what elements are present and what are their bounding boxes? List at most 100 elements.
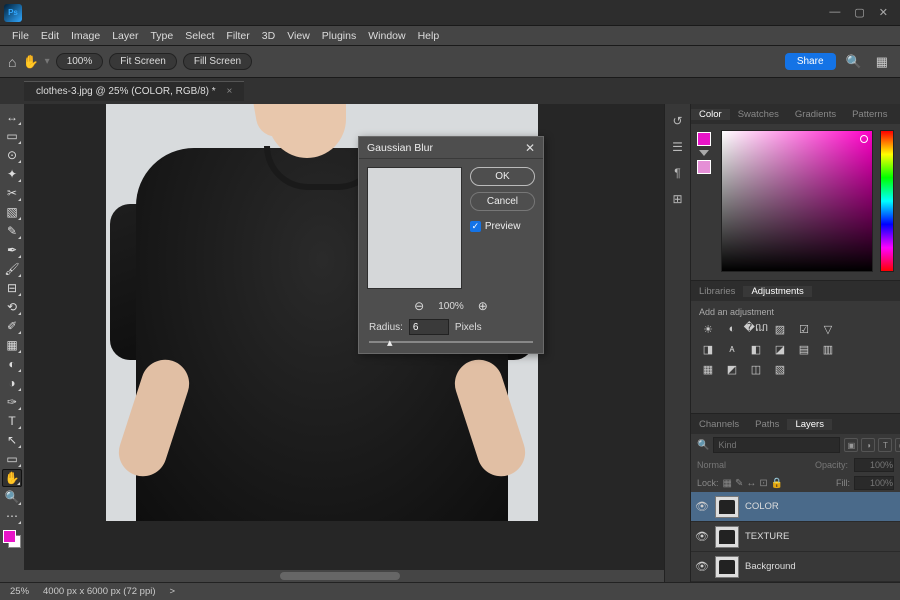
maximize-button[interactable]: ▢ [854,6,864,19]
dodge-tool[interactable]: ◑ [2,374,22,392]
adjustment-icon[interactable]: ᴀ [723,341,741,357]
tab-patterns[interactable]: Patterns [844,109,895,120]
menu-plugins[interactable]: Plugins [316,30,362,42]
lock-icon[interactable]: 🔒 [771,478,783,489]
brush-tool[interactable]: 🖌 [2,260,22,278]
tab-swatches[interactable]: Swatches [730,109,787,120]
slider-knob-icon[interactable]: ▴ [387,336,397,346]
clone-stamp-tool[interactable]: ⊟ [2,279,22,297]
object-select-tool[interactable]: ✦ [2,165,22,183]
menu-3d[interactable]: 3D [256,30,281,42]
spot-heal-tool[interactable]: ✒ [2,241,22,259]
layer-filter-icon[interactable]: T [878,438,892,452]
layer-kind-filter[interactable] [713,437,840,453]
layer-thumbnail[interactable] [715,526,739,548]
crop-tool[interactable]: ✂ [2,184,22,202]
hand-tool-icon[interactable]: ✋ [22,54,38,70]
status-doc-info[interactable]: 4000 px x 6000 px (72 ppi) [43,586,156,597]
history-brush-tool[interactable]: ⟲ [2,298,22,316]
move-tool[interactable]: ↔ [2,108,22,126]
adjustment-icon[interactable]: ▤ [795,341,813,357]
adjustment-icon[interactable]: ☀ [699,321,717,337]
hue-slider[interactable] [880,130,894,272]
lock-icon[interactable]: ⊡ [759,478,767,489]
rectangle-tool[interactable]: ▭ [2,450,22,468]
fill-screen-button[interactable]: Fill Screen [183,53,252,70]
menu-edit[interactable]: Edit [35,30,65,42]
edit-toolbar[interactable]: ⋯ [2,507,22,525]
pen-tool[interactable]: ✑ [2,393,22,411]
adjustment-icon[interactable]: ▥ [819,341,837,357]
document-tab[interactable]: clothes-3.jpg @ 25% (COLOR, RGB/8) * × [24,81,244,101]
dialog-preview[interactable] [367,167,462,289]
zoom-value[interactable]: 100% [56,53,104,70]
gradient-tool[interactable]: ▦ [2,336,22,354]
visibility-icon[interactable]: 👁 [695,500,709,513]
visibility-icon[interactable]: 👁 [695,530,709,543]
foreground-color-swatch[interactable] [697,132,711,146]
search-icon[interactable]: 🔍 [842,54,866,70]
canvas-area[interactable] [24,104,664,582]
horizontal-scrollbar[interactable] [24,570,664,582]
visibility-icon[interactable]: 👁 [695,560,709,573]
lasso-tool[interactable]: ⊙ [2,146,22,164]
marquee-tool[interactable]: ▭ [2,127,22,145]
lock-icon[interactable]: ▦ [723,478,732,489]
lock-icon[interactable]: ✎ [735,478,743,489]
adjustment-icon[interactable]: ◩ [723,361,741,377]
radius-slider[interactable]: ▴ [369,341,533,343]
layer-thumbnail[interactable] [715,556,739,578]
tab-paths[interactable]: Paths [747,419,787,430]
type-tool[interactable]: T [2,412,22,430]
preview-checkbox[interactable]: ✓ Preview [470,221,535,232]
opacity-input[interactable] [854,458,894,472]
layer-row[interactable]: 👁Background [691,552,900,582]
dialog-titlebar[interactable]: Gaussian Blur ✕ [359,137,543,159]
adjustment-icon[interactable]: ▨ [771,321,789,337]
zoom-tool[interactable]: 🔍 [2,488,22,506]
layer-filter-icon[interactable]: ◑ [861,438,875,452]
tab-gradients[interactable]: Gradients [787,109,844,120]
blur-tool[interactable]: ◐ [2,355,22,373]
close-window-button[interactable]: ✕ [879,6,888,19]
menu-window[interactable]: Window [362,30,411,42]
fill-input[interactable] [854,476,894,490]
adjustment-icon[interactable]: ◨ [699,341,717,357]
background-color-swatch[interactable] [697,160,711,174]
radius-input[interactable] [409,319,449,335]
path-select-tool[interactable]: ↖ [2,431,22,449]
lock-icon[interactable]: ↔ [746,478,756,489]
menu-image[interactable]: Image [65,30,106,42]
menu-filter[interactable]: Filter [220,30,255,42]
adjustment-icon[interactable]: ☑ [795,321,813,337]
ok-button[interactable]: OK [470,167,535,186]
adjustment-icon[interactable]: ◐ [723,321,741,337]
color-field[interactable] [721,130,873,272]
menu-layer[interactable]: Layer [106,30,144,42]
menu-select[interactable]: Select [179,30,220,42]
adjustment-icon[interactable]: �ណ [747,321,765,337]
hand-tool[interactable]: ✋ [2,469,22,487]
cancel-button[interactable]: Cancel [470,192,535,211]
status-arrow-icon[interactable]: > [170,586,176,597]
tab-adjustments[interactable]: Adjustments [743,286,811,297]
tab-layers[interactable]: Layers [787,419,832,430]
layer-filter-icon[interactable]: ▭ [895,438,900,452]
zoom-in-button[interactable]: ⊕ [478,299,488,313]
layer-row[interactable]: 👁COLOR [691,492,900,522]
tab-color[interactable]: Color [691,109,730,120]
minimize-button[interactable]: — [829,6,840,19]
share-button[interactable]: Share [785,53,836,70]
eraser-tool[interactable]: ✐ [2,317,22,335]
fit-screen-button[interactable]: Fit Screen [109,53,177,70]
dialog-close-button[interactable]: ✕ [525,141,535,155]
eyedropper-tool[interactable]: ✎ [2,222,22,240]
tab-libraries[interactable]: Libraries [691,286,743,297]
zoom-out-button[interactable]: ⊖ [414,299,424,313]
character-panel-icon[interactable]: ¶ [674,166,680,180]
adjustment-icon[interactable]: ▦ [699,361,717,377]
workspace-icon[interactable]: ▦ [872,54,892,70]
adjustment-icon[interactable]: ▧ [771,361,789,377]
frame-tool[interactable]: ▧ [2,203,22,221]
status-zoom[interactable]: 25% [10,586,29,597]
